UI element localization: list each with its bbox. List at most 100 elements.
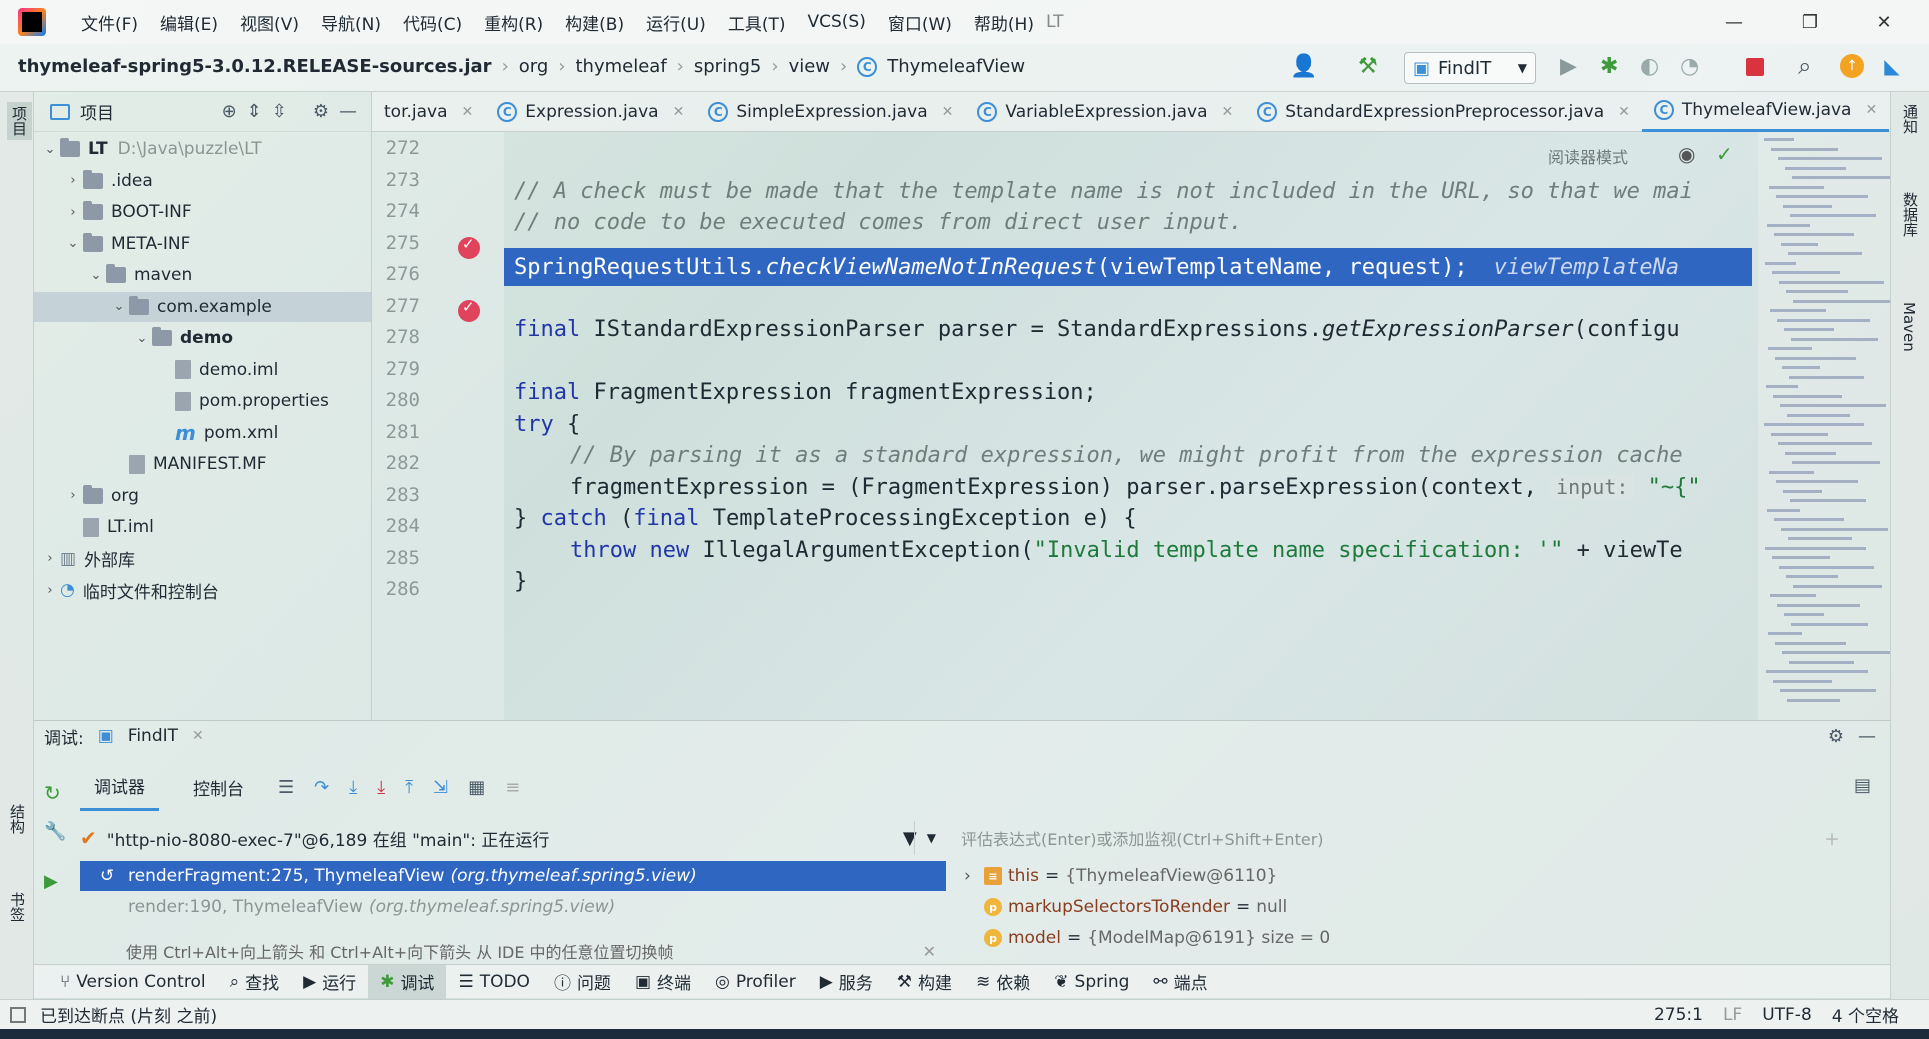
tool-window-problem[interactable]: ⓘ 问题 (542, 965, 623, 999)
project-panel-title[interactable]: 项目 (80, 99, 114, 124)
close-icon[interactable]: ✕ (1865, 102, 1877, 118)
tool-window-search[interactable]: ⌕ 查找 (218, 965, 292, 999)
tool-window-run[interactable]: ▶ 运行 (291, 965, 368, 999)
run-config-selector[interactable]: ▣ FindIT ▼ (1404, 52, 1536, 84)
strip-database[interactable]: 数据库 (1900, 192, 1921, 237)
menu-item-7[interactable]: 运行(U) (635, 10, 717, 35)
tool-window-endpoints[interactable]: ⚯ 端点 (1141, 965, 1219, 999)
step-out-icon[interactable]: ⤒ (405, 777, 413, 798)
menu-item-11[interactable]: 帮助(H) (963, 10, 1045, 35)
build-hammer-icon[interactable]: ⚒ (1358, 54, 1378, 79)
trace-icon[interactable]: ≡ (505, 777, 520, 798)
user-icon[interactable]: 👤 (1290, 54, 1317, 79)
step-into-icon[interactable]: ⤓ (349, 777, 357, 798)
menu-item-0[interactable]: 文件(F) (70, 10, 149, 35)
menu-item-3[interactable]: 导航(N) (310, 10, 392, 35)
tool-window-layers[interactable]: ≋ 依赖 (964, 965, 1042, 999)
chevron-down-icon[interactable]: ⌄ (63, 236, 83, 251)
breadcrumb-spring5[interactable]: spring5 (694, 56, 762, 77)
minimize-icon[interactable]: — (1720, 8, 1748, 36)
toolbox-icon[interactable]: ◣ (1880, 54, 1904, 78)
chevron-right-icon[interactable]: › (40, 551, 60, 566)
menu-item-9[interactable]: VCS(S) (796, 12, 876, 32)
checkmark-icon[interactable]: ✓ (1716, 142, 1733, 166)
chevron-down-icon[interactable]: ⌄ (132, 331, 152, 346)
close-icon[interactable]: ✕ (673, 104, 685, 120)
breadcrumb-view[interactable]: view (789, 56, 830, 77)
variable-row[interactable]: p markupSelectorsToRender = null (914, 892, 1287, 922)
code-editor[interactable]: // A check must be made that the templat… (504, 132, 1752, 720)
code-minimap[interactable] (1758, 132, 1892, 720)
close-icon[interactable]: ✕ (1618, 104, 1630, 120)
debug-bug-icon[interactable]: ✱ (1600, 54, 1618, 79)
gear-icon[interactable]: ⚙ (313, 101, 329, 122)
strip-bookmarks[interactable]: 书签 (7, 892, 28, 922)
restore-layout-icon[interactable]: ▤ (1854, 775, 1871, 796)
resume-icon[interactable]: ▶ (44, 871, 58, 892)
menu-item-8[interactable]: 工具(T) (717, 10, 797, 35)
tab-debugger[interactable]: 调试器 (80, 763, 159, 811)
editor-tab[interactable]: C SimpleExpression.java ✕ (696, 92, 965, 132)
tree-item[interactable]: › .idea (63, 166, 153, 196)
tree-item[interactable]: LT.iml (63, 512, 154, 542)
chevron-right-icon[interactable]: › (964, 866, 971, 886)
breakpoint-icon[interactable] (458, 235, 480, 259)
tree-item[interactable]: › org (63, 481, 139, 511)
profile-icon[interactable]: ◔ (1680, 54, 1699, 79)
editor-tab[interactable]: C VariableExpression.java ✕ (965, 92, 1245, 132)
thread-selector[interactable]: ✔ "http-nio-8080-exec-7"@6,189 在组 "main"… (80, 821, 946, 855)
tab-console[interactable]: 控制台 (179, 765, 258, 810)
close-icon[interactable]: ✕ (192, 728, 204, 744)
strip-project[interactable]: 项目 (7, 102, 32, 140)
chevron-right-icon[interactable]: › (63, 173, 83, 188)
tool-window-profiler[interactable]: ◎ Profiler (703, 965, 808, 999)
stack-frame[interactable]: ↺ renderFragment:275, ThymeleafView (org.t… (80, 861, 946, 891)
line-separator[interactable]: LF (1723, 1005, 1742, 1025)
caret-position[interactable]: 275:1 (1654, 1005, 1703, 1025)
editor-tab[interactable]: tor.java ✕ (372, 92, 485, 132)
breakpoint-icon[interactable] (458, 298, 480, 322)
close-icon[interactable]: ✕ (1870, 8, 1898, 36)
layout-toggle-icon[interactable] (10, 1006, 26, 1023)
tree-item[interactable]: ⌄ LT D:\Java\puzzle\LT (40, 134, 262, 164)
close-icon[interactable]: ✕ (462, 104, 474, 120)
run-icon[interactable]: ▶ (1560, 54, 1577, 79)
tool-window-branch[interactable]: ⑂ Version Control (48, 965, 218, 999)
breadcrumb-org[interactable]: org (519, 56, 549, 77)
tree-item[interactable]: › ◔ 临时文件和控制台 (40, 575, 218, 605)
gear-icon[interactable]: ⚙ (1828, 726, 1844, 747)
evaluate-icon[interactable]: ▦ (468, 777, 485, 798)
chevron-right-icon[interactable]: › (40, 583, 60, 598)
tool-window-terminal[interactable]: ▣ 终端 (623, 965, 703, 999)
close-icon[interactable]: ✕ (1222, 104, 1234, 120)
editor-tab[interactable]: C Expression.java ✕ (485, 92, 696, 132)
menu-item-4[interactable]: 代码(C) (392, 10, 473, 35)
menu-item-5[interactable]: 重构(R) (473, 10, 554, 35)
tree-item[interactable]: ⌄ com.example (34, 291, 372, 322)
tree-item[interactable]: m pom.xml (155, 418, 278, 448)
hide-icon[interactable]: — (339, 101, 357, 122)
tree-item[interactable]: MANIFEST.MF (109, 449, 267, 479)
eye-hidden-icon[interactable]: ◉ (1678, 142, 1695, 166)
step-over-icon[interactable]: ↷ (314, 777, 329, 798)
indent-setting[interactable]: 4 个空格 (1832, 1002, 1899, 1027)
chevron-right-icon[interactable]: › (63, 205, 83, 220)
close-icon[interactable]: ✕ (942, 104, 954, 120)
evaluate-expression-input[interactable]: 评估表达式(Enter)或添加监视(Ctrl+Shift+Enter) ＋ (914, 821, 1880, 855)
breadcrumb-class[interactable]: ThymeleafView (887, 56, 1025, 77)
menu-item-1[interactable]: 编辑(E) (149, 10, 229, 35)
expand-all-icon[interactable]: ⇕ (247, 101, 262, 122)
file-encoding[interactable]: UTF-8 (1762, 1005, 1812, 1025)
coverage-icon[interactable]: ◐ (1640, 54, 1659, 79)
debug-session-tab[interactable]: FindIT (128, 726, 178, 746)
update-icon[interactable]: ↑ (1840, 54, 1864, 78)
menu-item-2[interactable]: 视图(V) (229, 10, 310, 35)
layout-icon[interactable]: ☰ (278, 777, 294, 798)
editor-tab[interactable]: C ThymeleafView.java ✕ (1641, 92, 1890, 132)
hide-icon[interactable]: — (1858, 726, 1876, 747)
settings-wrench-icon[interactable]: 🔧 (44, 821, 66, 842)
tree-item[interactable]: ⌄ demo (132, 323, 233, 353)
chevron-down-icon[interactable]: ⌄ (40, 142, 60, 157)
collapse-all-icon[interactable]: ⇳ (272, 101, 287, 122)
variable-row[interactable]: › ≡ this = {ThymeleafView@6110} (914, 861, 1277, 891)
